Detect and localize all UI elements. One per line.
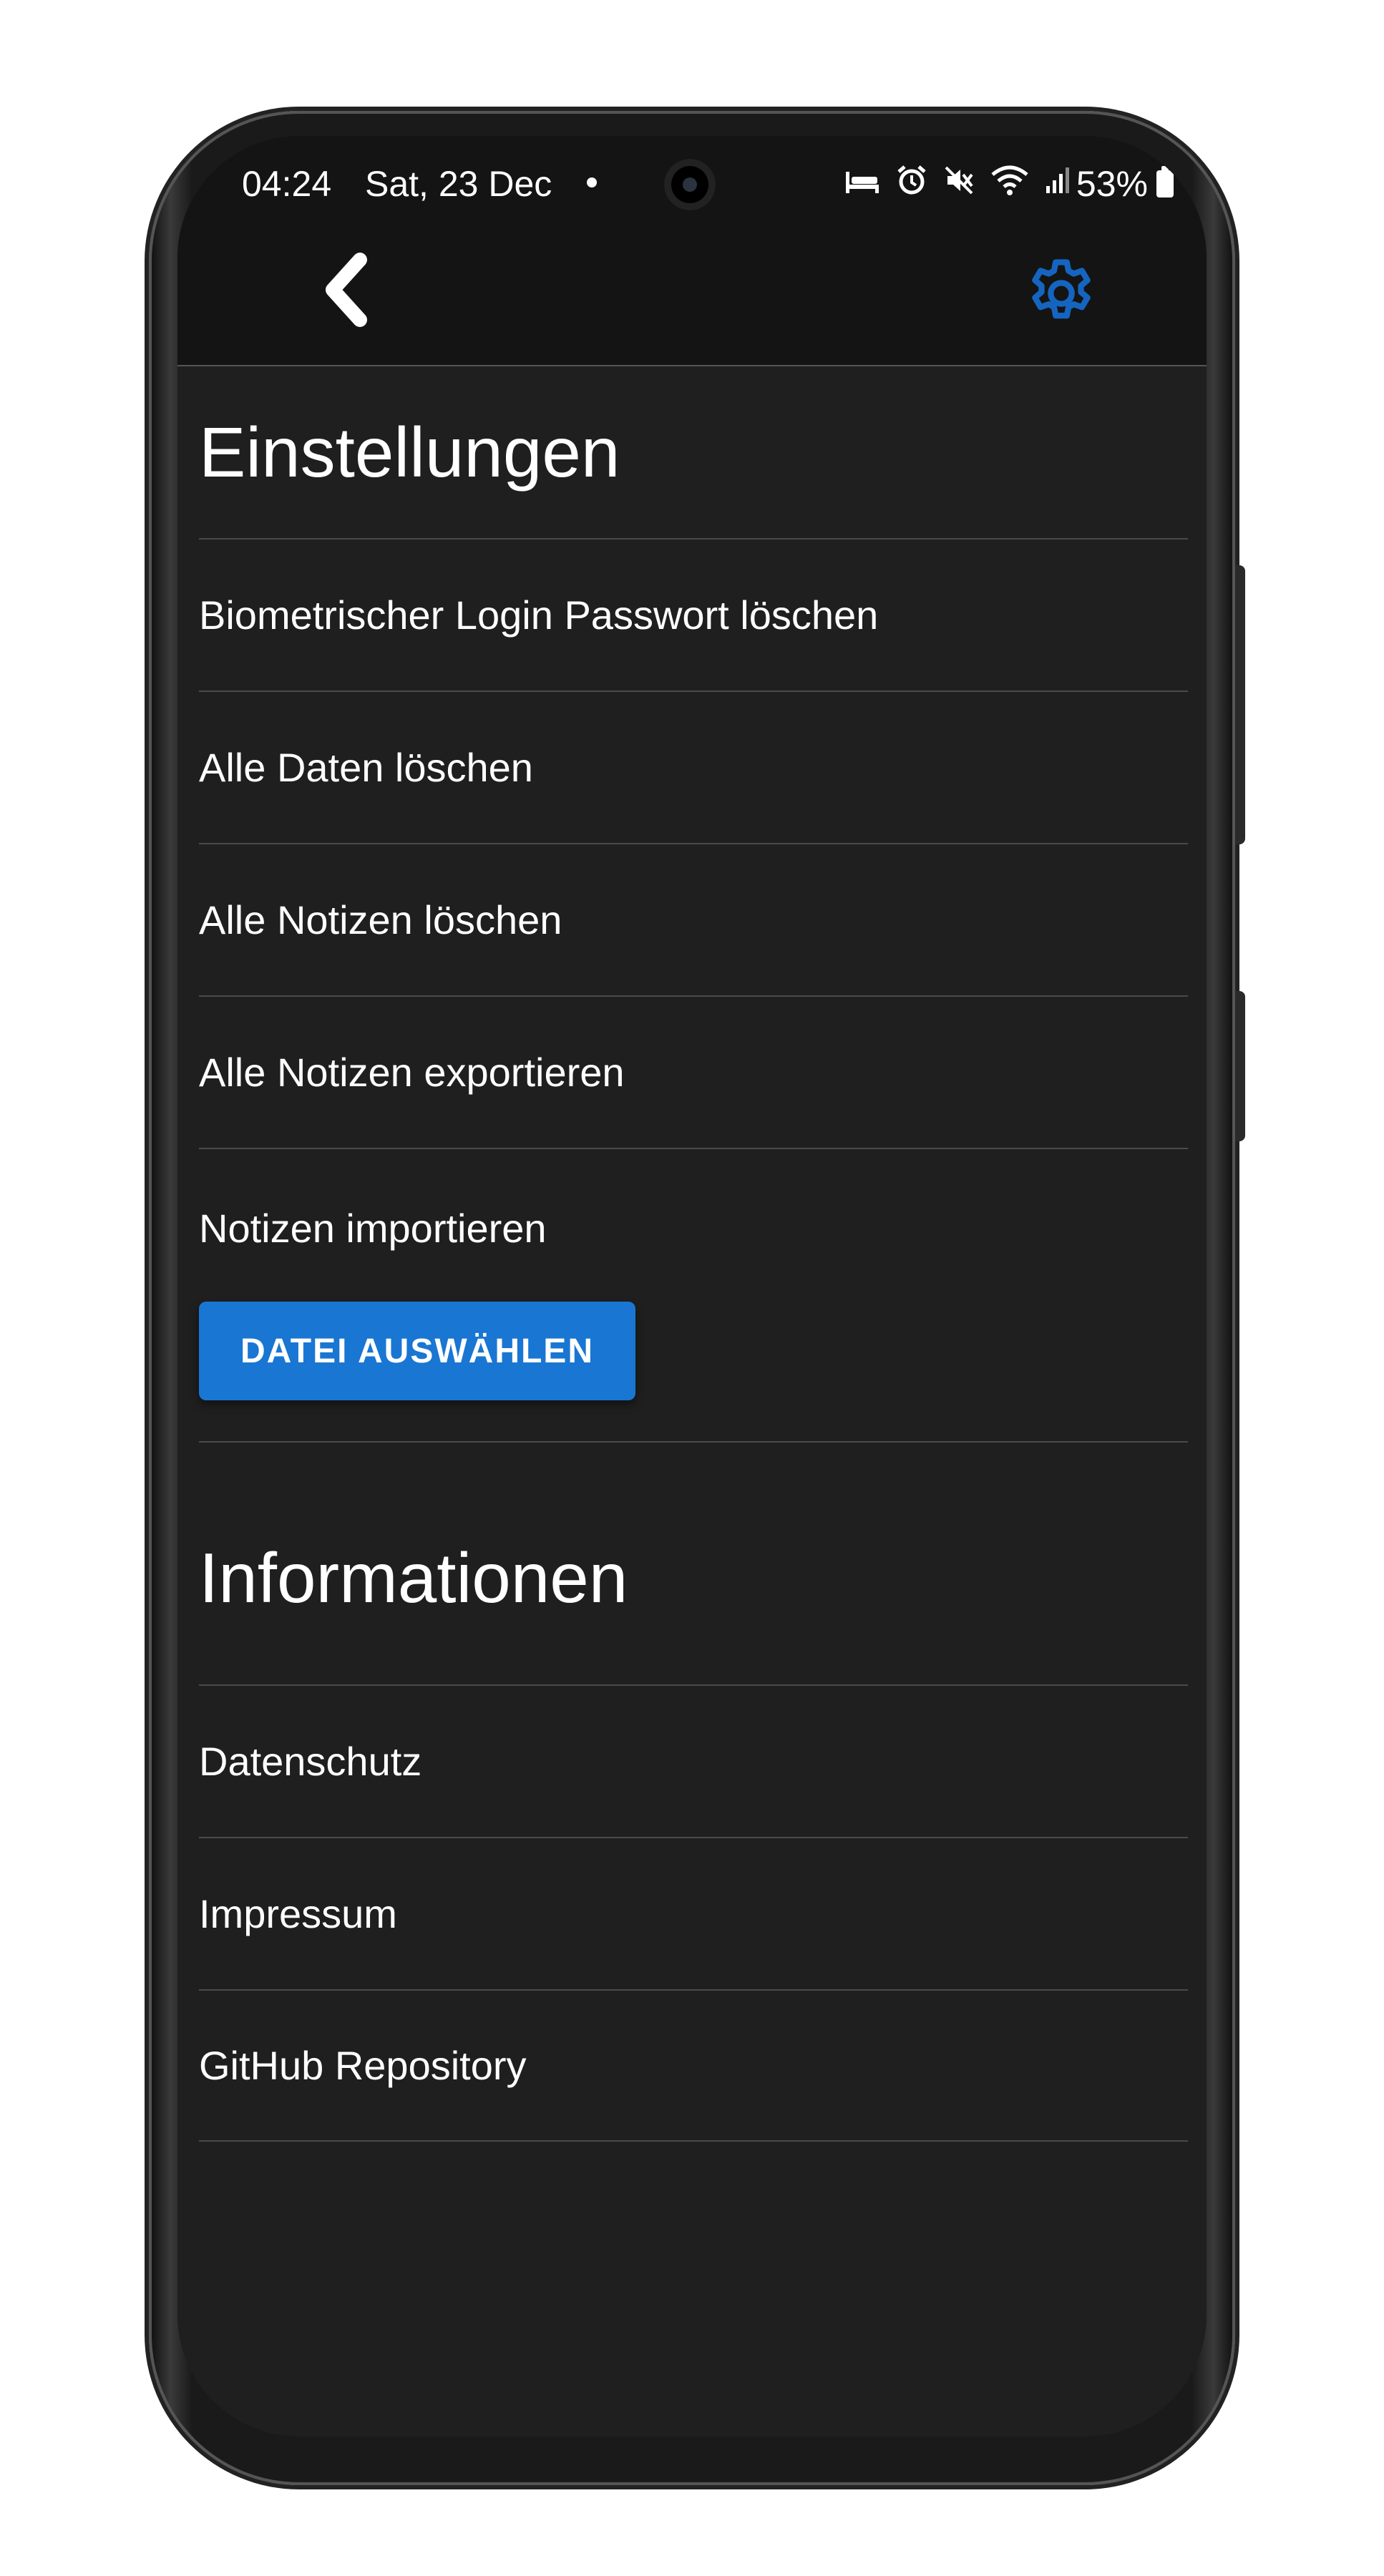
export-all-notes-item[interactable]: Alle Notizen exportieren [199,995,1188,1148]
back-button[interactable] [310,247,381,333]
item-label: GitHub Repository [199,2043,527,2088]
status-date: Sat, 23 Dec [365,164,552,204]
choose-file-button[interactable]: DATEI AUSWÄHLEN [199,1302,635,1400]
gear-icon [1032,259,1091,319]
signal-icon [1046,167,1069,193]
status-bar: 04:24 Sat, 23 Dec 53% [177,136,1207,222]
settings-button[interactable] [1022,254,1101,333]
github-repository-item[interactable]: GitHub Repository [199,1989,1188,2142]
delete-all-data-item[interactable]: Alle Daten löschen [199,691,1188,843]
bed-icon [846,172,879,193]
settings-title: Einstellungen [199,412,620,492]
screen: 04:24 Sat, 23 Dec 53% Einstellungen Biom… [177,136,1207,2436]
alarm-icon [897,165,926,195]
item-label: Alle Notizen exportieren [199,1050,625,1095]
item-label: Alle Daten löschen [199,745,533,790]
settings-header: Einstellungen [199,366,1188,538]
imprint-item[interactable]: Impressum [199,1837,1188,1989]
delete-biometric-password-item[interactable]: Biometrischer Login Passwort löschen [199,538,1188,691]
privacy-item[interactable]: Datenschutz [199,1684,1188,1837]
app-bar [177,222,1207,366]
delete-all-notes-item[interactable]: Alle Notizen löschen [199,843,1188,995]
item-label: Alle Notizen löschen [199,897,562,942]
item-label: Biometrischer Login Passwort löschen [199,592,879,638]
wifi-icon [991,165,1028,195]
import-notes-section: Notizen importieren DATEI AUSWÄHLEN [199,1148,1188,1441]
mute-icon [945,166,973,195]
item-label: Datenschutz [199,1739,422,1784]
power-button [1235,565,1245,844]
front-camera [664,159,716,210]
info-header: Informationen [199,1441,1188,1684]
volume-button [1235,991,1245,1141]
status-icons [844,165,1071,196]
notification-dot [587,177,597,187]
info-title: Informationen [199,1538,628,1617]
item-label: Impressum [199,1891,397,1936]
settings-content: Einstellungen Biometrischer Login Passwo… [199,366,1188,2142]
chevron-left-icon [326,253,367,327]
battery-icon [1156,166,1174,197]
status-time: 04:24 [242,164,332,204]
battery-percent: 53% [1076,164,1148,204]
import-notes-label: Notizen importieren [199,1206,547,1251]
